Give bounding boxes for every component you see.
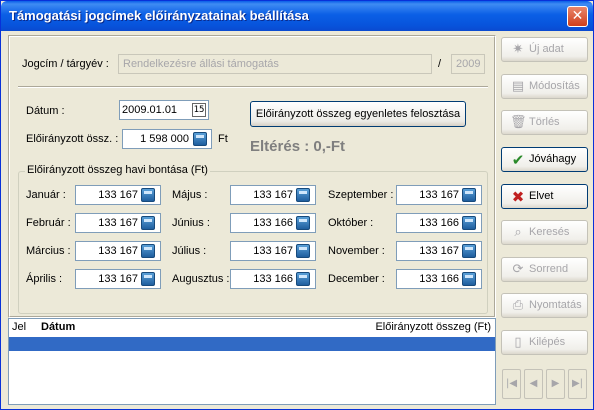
slash-label: /	[438, 58, 442, 70]
prev-record-button[interactable]: ◀	[524, 369, 543, 399]
calculator-icon[interactable]	[296, 272, 310, 286]
month-label: Augusztus :	[172, 273, 230, 285]
col-eloirany[interactable]: Előirányzott összeg (Ft)	[375, 321, 491, 333]
calendar-icon[interactable]: 15	[192, 103, 206, 117]
col-datum[interactable]: Dátum	[41, 321, 75, 333]
month-label: Július :	[172, 245, 207, 257]
printer-icon: ⎙	[512, 298, 524, 313]
search-label: Keresés	[529, 226, 570, 238]
eloirany-label: Előirányzott össz. :	[26, 133, 119, 145]
grid-header: Jel Dátum Előirányzott összeg (Ft)	[9, 319, 495, 336]
checkmark-icon: ✔	[511, 151, 525, 169]
month-label: Június :	[172, 217, 210, 229]
approve-button[interactable]: ✔ Jóváhagy	[501, 147, 588, 172]
records-grid[interactable]: Jel Dátum Előirányzott összeg (Ft)	[8, 318, 496, 405]
window-title: Támogatási jogcímek előirányzatainak beá…	[9, 8, 309, 23]
print-button[interactable]: ⎙ Nyomtatás	[501, 293, 588, 318]
jogcim-field: Rendelkezésre állási támogatás	[118, 54, 432, 74]
order-button[interactable]: ⟳ Sorrend	[501, 257, 588, 282]
new-label: Új adat	[529, 43, 564, 55]
month-label: December :	[328, 273, 385, 285]
datum-label: Dátum :	[26, 105, 65, 117]
new-button[interactable]: ✷ Új adat	[501, 37, 588, 62]
calculator-icon[interactable]	[462, 272, 476, 286]
calculator-icon[interactable]	[193, 132, 207, 146]
month-label: Május :	[172, 189, 208, 201]
main-window: Támogatási jogcímek előirányzatainak beá…	[0, 0, 594, 410]
door-icon: ▯	[514, 335, 522, 350]
client-area: Jogcím / tárgyév : Rendelkezésre állási …	[4, 31, 590, 407]
monthly-group-title: Előirányzott összeg havi bontása (Ft)	[25, 164, 210, 176]
modify-button[interactable]: ▤ Módosítás	[501, 74, 588, 99]
month-label: November :	[328, 245, 385, 257]
cross-icon: ✖	[511, 188, 525, 206]
edit-icon: ▤	[511, 79, 525, 94]
delete-label: Törlés	[529, 116, 560, 128]
col-jel[interactable]: Jel	[12, 321, 26, 333]
new-icon: ✷	[512, 42, 524, 57]
datum-value: 2009.01.01	[122, 104, 178, 116]
print-label: Nyomtatás	[529, 299, 582, 311]
title-bar[interactable]: Támogatási jogcímek előirányzatainak beá…	[1, 1, 593, 31]
reject-label: Elvet	[529, 190, 554, 202]
calculator-icon[interactable]	[462, 188, 476, 202]
calculator-icon[interactable]	[296, 244, 310, 258]
first-record-button[interactable]: |◀	[502, 369, 521, 399]
exit-button[interactable]: ▯ Kilépés	[501, 330, 588, 355]
difference-label: Eltérés : 0,-Ft	[250, 138, 346, 155]
calculator-icon[interactable]	[296, 188, 310, 202]
selected-row[interactable]	[9, 337, 495, 351]
calculator-icon[interactable]	[141, 188, 155, 202]
trash-icon: 🗑	[510, 115, 527, 130]
exit-label: Kilépés	[529, 336, 566, 348]
month-label: Szeptember :	[328, 189, 394, 201]
calculator-icon[interactable]	[141, 272, 155, 286]
calculator-icon[interactable]	[141, 244, 155, 258]
search-icon: ⌕	[514, 225, 522, 240]
reject-button[interactable]: ✖ Elvet	[501, 184, 588, 209]
ft-unit: Ft	[218, 133, 228, 145]
last-record-button[interactable]: ▶|	[568, 369, 587, 399]
calculator-icon[interactable]	[296, 216, 310, 230]
calculator-icon[interactable]	[462, 244, 476, 258]
next-record-button[interactable]: ▶	[546, 369, 565, 399]
modify-label: Módosítás	[529, 80, 580, 92]
calculator-icon[interactable]	[462, 216, 476, 230]
month-label: Február :	[26, 217, 71, 229]
close-button[interactable]: ✕	[567, 6, 588, 27]
calculator-icon[interactable]	[141, 216, 155, 230]
approve-label: Jóváhagy	[529, 153, 577, 165]
year-field: 2009	[451, 54, 485, 74]
month-label: Október :	[328, 217, 374, 229]
month-label: Április :	[26, 273, 63, 285]
distribute-button[interactable]: Előirányzott összeg egyenletes felosztás…	[250, 101, 466, 127]
edit-panel: Jogcím / tárgyév : Rendelkezésre állási …	[8, 35, 496, 318]
search-button[interactable]: ⌕ Keresés	[501, 220, 588, 245]
order-label: Sorrend	[529, 263, 569, 275]
delete-button[interactable]: 🗑 Törlés	[501, 110, 588, 135]
month-label: Március :	[26, 245, 71, 257]
refresh-icon: ⟳	[512, 262, 524, 277]
month-label: Január :	[26, 189, 66, 201]
jogcim-label: Jogcím / tárgyév :	[22, 58, 109, 70]
separator	[18, 86, 488, 88]
